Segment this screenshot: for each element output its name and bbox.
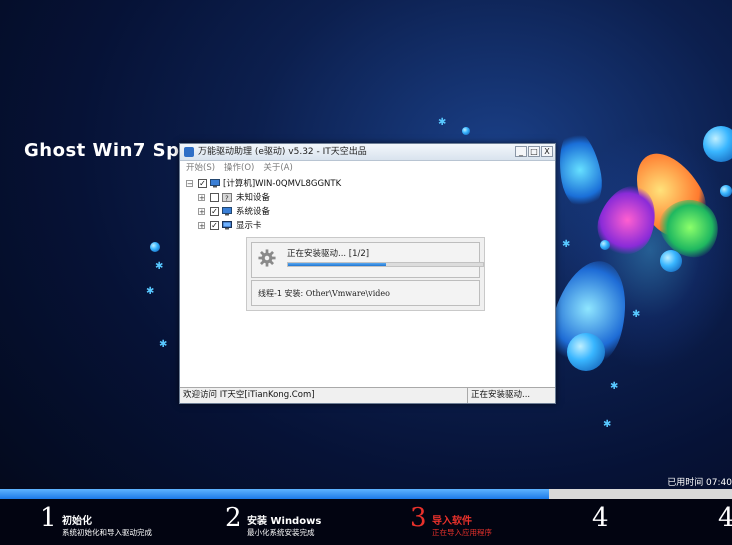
- checkbox-root[interactable]: ✓: [198, 179, 207, 188]
- wallpaper-bubble: [567, 333, 605, 371]
- menu-operate[interactable]: 操作(O): [224, 161, 254, 175]
- checkbox-display[interactable]: ✓: [210, 221, 219, 230]
- minimize-button[interactable]: _: [515, 146, 527, 157]
- step-number: 4: [718, 503, 732, 533]
- overall-progress-bar: [0, 489, 732, 499]
- tree-item-label[interactable]: 显示卡: [236, 219, 262, 233]
- expand-icon[interactable]: +: [198, 208, 205, 216]
- status-welcome: 欢迎访问 IT天空[iTianKong.Com]: [183, 390, 315, 400]
- wallpaper-bubble: [660, 250, 682, 272]
- step-title: 初始化: [62, 516, 92, 527]
- thread-info: 线程-1 安装: Other\Vmware\video: [258, 288, 390, 299]
- step-subtitle: 最小化系统安装完成: [247, 528, 315, 537]
- wallpaper-star: ✱: [146, 286, 155, 297]
- tree-root-label[interactable]: [计算机]WIN-0QMVL8GGNTK: [223, 177, 341, 191]
- install-status-text: 正在安装驱动... [1/2]: [287, 249, 370, 259]
- thread-info-box: 线程-1 安装: Other\Vmware\video: [251, 280, 480, 306]
- menu-about[interactable]: 关于(A): [263, 161, 292, 175]
- svg-text:?: ?: [225, 195, 229, 203]
- device-tree: − ✓ [计算机]WIN-0QMVL8GGNTK + ? 未知设备 + ✓ 系统…: [186, 177, 386, 233]
- system-device-icon: [222, 207, 232, 216]
- tree-item-label[interactable]: 未知设备: [236, 191, 270, 205]
- wallpaper-star: ✱: [155, 261, 164, 272]
- checkbox-system[interactable]: ✓: [210, 207, 219, 216]
- wallpaper-bubble: [462, 127, 470, 135]
- tree-item-label[interactable]: 系统设备: [236, 205, 270, 219]
- step-subtitle: 正在导入应用程序: [432, 528, 492, 537]
- window-titlebar[interactable]: 万能驱动助理 (e驱动) v5.32 - IT天空出品 _ □ X: [180, 144, 555, 161]
- tree-root: − ✓ [计算机]WIN-0QMVL8GGNTK: [186, 177, 386, 191]
- wallpaper-star: ✱: [632, 309, 641, 320]
- wallpaper-star: ✱: [562, 239, 571, 250]
- tree-item: + ✓ 系统设备: [186, 205, 386, 219]
- wallpaper-bubble: [600, 240, 610, 250]
- step-subtitle: 系统初始化和导入驱动完成: [62, 528, 152, 537]
- elapsed-time: 已用时间 07:40: [667, 478, 732, 488]
- expand-icon[interactable]: +: [198, 222, 205, 230]
- tree-item: + ✓ 显示卡: [186, 219, 386, 233]
- step-number: 3: [410, 503, 427, 533]
- wallpaper-bubble: [720, 185, 732, 197]
- status-installing: 正在安装驱动...: [467, 388, 530, 403]
- gear-icon: [258, 249, 276, 267]
- expand-icon[interactable]: +: [198, 194, 205, 202]
- status-bar: 欢迎访问 IT天空[iTianKong.Com] 正在安装驱动...: [180, 387, 555, 403]
- menubar: 开始(S) 操作(O) 关于(A): [180, 161, 555, 175]
- unknown-device-icon: ?: [222, 193, 232, 202]
- overall-progress-fill: [0, 489, 549, 499]
- maximize-button[interactable]: □: [528, 146, 540, 157]
- wallpaper-star: ✱: [610, 381, 619, 392]
- app-icon: [184, 147, 194, 157]
- close-button[interactable]: X: [541, 146, 553, 157]
- wallpaper-bubble: [703, 126, 732, 162]
- step-number: 4: [592, 503, 609, 533]
- step-title: 安装 Windows: [247, 516, 322, 527]
- thread-value: Other\Vmware\video: [305, 289, 390, 298]
- step-number: 2: [225, 503, 242, 533]
- install-progress-bar: [287, 262, 484, 267]
- setup-steps: 1 初始化 系统初始化和导入驱动完成 2 安装 Windows 最小化系统安装完…: [0, 499, 732, 545]
- install-progress-panel: 正在安装驱动... [1/2] 线程-1 安装: Other\Vmware\vi…: [246, 237, 485, 311]
- driver-assistant-window: 万能驱动助理 (e驱动) v5.32 - IT天空出品 _ □ X 开始(S) …: [179, 143, 556, 404]
- menu-start[interactable]: 开始(S): [186, 161, 215, 175]
- checkbox-unknown[interactable]: [210, 193, 219, 202]
- computer-icon: [210, 179, 220, 188]
- wallpaper-star: ✱: [603, 419, 612, 430]
- collapse-icon[interactable]: −: [186, 180, 193, 188]
- wallpaper-star: ✱: [159, 339, 168, 350]
- install-status-box: 正在安装驱动... [1/2]: [251, 242, 484, 278]
- install-progress-fill: [288, 263, 386, 266]
- thread-label: 线程-1 安装:: [258, 289, 304, 298]
- window-title: 万能驱动助理 (e驱动) v5.32 - IT天空出品: [198, 147, 367, 157]
- display-adapter-icon: [222, 221, 232, 230]
- step-number: 1: [40, 503, 57, 533]
- step-title: 导入软件: [432, 516, 472, 527]
- wallpaper-star: ✱: [438, 117, 447, 128]
- tree-item: + ? 未知设备: [186, 191, 386, 205]
- wallpaper-bubble: [150, 242, 160, 252]
